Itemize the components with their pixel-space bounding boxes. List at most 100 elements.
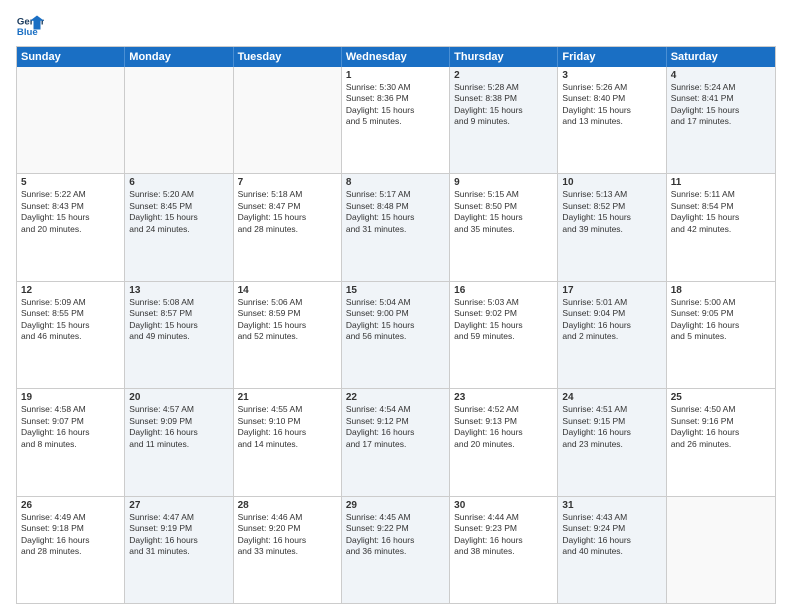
- day-cell: 17Sunrise: 5:01 AM Sunset: 9:04 PM Dayli…: [558, 282, 666, 388]
- day-cell: 12Sunrise: 5:09 AM Sunset: 8:55 PM Dayli…: [17, 282, 125, 388]
- day-cell: 8Sunrise: 5:17 AM Sunset: 8:48 PM Daylig…: [342, 174, 450, 280]
- day-number: 1: [346, 70, 445, 81]
- calendar-week: 12Sunrise: 5:09 AM Sunset: 8:55 PM Dayli…: [17, 281, 775, 388]
- day-number: 6: [129, 177, 228, 188]
- day-number: 17: [562, 285, 661, 296]
- day-info: Sunrise: 5:20 AM Sunset: 8:45 PM Dayligh…: [129, 189, 228, 235]
- calendar-header: SundayMondayTuesdayWednesdayThursdayFrid…: [17, 47, 775, 67]
- calendar-week: 5Sunrise: 5:22 AM Sunset: 8:43 PM Daylig…: [17, 173, 775, 280]
- day-number: 4: [671, 70, 771, 81]
- calendar-week: 26Sunrise: 4:49 AM Sunset: 9:18 PM Dayli…: [17, 496, 775, 603]
- day-cell: 13Sunrise: 5:08 AM Sunset: 8:57 PM Dayli…: [125, 282, 233, 388]
- calendar: SundayMondayTuesdayWednesdayThursdayFrid…: [16, 46, 776, 604]
- day-number: 29: [346, 500, 445, 511]
- day-cell: 29Sunrise: 4:45 AM Sunset: 9:22 PM Dayli…: [342, 497, 450, 603]
- empty-cell: [234, 67, 342, 173]
- day-cell: 22Sunrise: 4:54 AM Sunset: 9:12 PM Dayli…: [342, 389, 450, 495]
- day-info: Sunrise: 4:44 AM Sunset: 9:23 PM Dayligh…: [454, 512, 553, 558]
- page: General Blue SundayMondayTuesdayWednesda…: [0, 0, 792, 612]
- day-number: 20: [129, 392, 228, 403]
- day-info: Sunrise: 4:51 AM Sunset: 9:15 PM Dayligh…: [562, 404, 661, 450]
- day-cell: 30Sunrise: 4:44 AM Sunset: 9:23 PM Dayli…: [450, 497, 558, 603]
- weekday-header: Friday: [558, 47, 666, 67]
- calendar-week: 1Sunrise: 5:30 AM Sunset: 8:36 PM Daylig…: [17, 67, 775, 173]
- day-info: Sunrise: 5:18 AM Sunset: 8:47 PM Dayligh…: [238, 189, 337, 235]
- day-number: 9: [454, 177, 553, 188]
- day-info: Sunrise: 4:46 AM Sunset: 9:20 PM Dayligh…: [238, 512, 337, 558]
- empty-cell: [17, 67, 125, 173]
- day-number: 10: [562, 177, 661, 188]
- day-info: Sunrise: 5:28 AM Sunset: 8:38 PM Dayligh…: [454, 82, 553, 128]
- day-info: Sunrise: 5:11 AM Sunset: 8:54 PM Dayligh…: [671, 189, 771, 235]
- day-number: 11: [671, 177, 771, 188]
- weekday-header: Tuesday: [234, 47, 342, 67]
- day-info: Sunrise: 4:54 AM Sunset: 9:12 PM Dayligh…: [346, 404, 445, 450]
- day-cell: 1Sunrise: 5:30 AM Sunset: 8:36 PM Daylig…: [342, 67, 450, 173]
- weekday-header: Saturday: [667, 47, 775, 67]
- day-number: 15: [346, 285, 445, 296]
- day-info: Sunrise: 4:50 AM Sunset: 9:16 PM Dayligh…: [671, 404, 771, 450]
- day-number: 28: [238, 500, 337, 511]
- day-info: Sunrise: 5:30 AM Sunset: 8:36 PM Dayligh…: [346, 82, 445, 128]
- day-cell: 16Sunrise: 5:03 AM Sunset: 9:02 PM Dayli…: [450, 282, 558, 388]
- day-info: Sunrise: 4:49 AM Sunset: 9:18 PM Dayligh…: [21, 512, 120, 558]
- day-cell: 5Sunrise: 5:22 AM Sunset: 8:43 PM Daylig…: [17, 174, 125, 280]
- day-info: Sunrise: 4:43 AM Sunset: 9:24 PM Dayligh…: [562, 512, 661, 558]
- header: General Blue: [16, 12, 776, 40]
- day-number: 19: [21, 392, 120, 403]
- day-number: 18: [671, 285, 771, 296]
- day-number: 25: [671, 392, 771, 403]
- day-info: Sunrise: 5:06 AM Sunset: 8:59 PM Dayligh…: [238, 297, 337, 343]
- day-number: 22: [346, 392, 445, 403]
- day-cell: 4Sunrise: 5:24 AM Sunset: 8:41 PM Daylig…: [667, 67, 775, 173]
- day-info: Sunrise: 5:15 AM Sunset: 8:50 PM Dayligh…: [454, 189, 553, 235]
- day-info: Sunrise: 5:26 AM Sunset: 8:40 PM Dayligh…: [562, 82, 661, 128]
- day-cell: 14Sunrise: 5:06 AM Sunset: 8:59 PM Dayli…: [234, 282, 342, 388]
- day-cell: 25Sunrise: 4:50 AM Sunset: 9:16 PM Dayli…: [667, 389, 775, 495]
- day-cell: 31Sunrise: 4:43 AM Sunset: 9:24 PM Dayli…: [558, 497, 666, 603]
- weekday-header: Thursday: [450, 47, 558, 67]
- logo-icon: General Blue: [16, 12, 44, 40]
- day-cell: 26Sunrise: 4:49 AM Sunset: 9:18 PM Dayli…: [17, 497, 125, 603]
- day-number: 31: [562, 500, 661, 511]
- day-cell: 10Sunrise: 5:13 AM Sunset: 8:52 PM Dayli…: [558, 174, 666, 280]
- calendar-body: 1Sunrise: 5:30 AM Sunset: 8:36 PM Daylig…: [17, 67, 775, 603]
- day-info: Sunrise: 5:24 AM Sunset: 8:41 PM Dayligh…: [671, 82, 771, 128]
- day-number: 30: [454, 500, 553, 511]
- day-info: Sunrise: 4:52 AM Sunset: 9:13 PM Dayligh…: [454, 404, 553, 450]
- day-number: 24: [562, 392, 661, 403]
- weekday-header: Sunday: [17, 47, 125, 67]
- calendar-week: 19Sunrise: 4:58 AM Sunset: 9:07 PM Dayli…: [17, 388, 775, 495]
- day-cell: 20Sunrise: 4:57 AM Sunset: 9:09 PM Dayli…: [125, 389, 233, 495]
- day-cell: 3Sunrise: 5:26 AM Sunset: 8:40 PM Daylig…: [558, 67, 666, 173]
- day-cell: 24Sunrise: 4:51 AM Sunset: 9:15 PM Dayli…: [558, 389, 666, 495]
- day-info: Sunrise: 5:09 AM Sunset: 8:55 PM Dayligh…: [21, 297, 120, 343]
- day-cell: 6Sunrise: 5:20 AM Sunset: 8:45 PM Daylig…: [125, 174, 233, 280]
- day-cell: 9Sunrise: 5:15 AM Sunset: 8:50 PM Daylig…: [450, 174, 558, 280]
- weekday-header: Wednesday: [342, 47, 450, 67]
- day-info: Sunrise: 4:47 AM Sunset: 9:19 PM Dayligh…: [129, 512, 228, 558]
- day-number: 21: [238, 392, 337, 403]
- weekday-header: Monday: [125, 47, 233, 67]
- day-number: 8: [346, 177, 445, 188]
- day-info: Sunrise: 5:08 AM Sunset: 8:57 PM Dayligh…: [129, 297, 228, 343]
- day-cell: 15Sunrise: 5:04 AM Sunset: 9:00 PM Dayli…: [342, 282, 450, 388]
- empty-cell: [667, 497, 775, 603]
- day-number: 14: [238, 285, 337, 296]
- logo: General Blue: [16, 12, 44, 40]
- day-cell: 28Sunrise: 4:46 AM Sunset: 9:20 PM Dayli…: [234, 497, 342, 603]
- day-info: Sunrise: 5:01 AM Sunset: 9:04 PM Dayligh…: [562, 297, 661, 343]
- day-number: 2: [454, 70, 553, 81]
- day-info: Sunrise: 4:57 AM Sunset: 9:09 PM Dayligh…: [129, 404, 228, 450]
- day-cell: 21Sunrise: 4:55 AM Sunset: 9:10 PM Dayli…: [234, 389, 342, 495]
- day-info: Sunrise: 5:17 AM Sunset: 8:48 PM Dayligh…: [346, 189, 445, 235]
- empty-cell: [125, 67, 233, 173]
- day-cell: 11Sunrise: 5:11 AM Sunset: 8:54 PM Dayli…: [667, 174, 775, 280]
- day-info: Sunrise: 5:04 AM Sunset: 9:00 PM Dayligh…: [346, 297, 445, 343]
- day-number: 16: [454, 285, 553, 296]
- day-number: 12: [21, 285, 120, 296]
- day-info: Sunrise: 4:55 AM Sunset: 9:10 PM Dayligh…: [238, 404, 337, 450]
- day-number: 7: [238, 177, 337, 188]
- day-number: 23: [454, 392, 553, 403]
- day-cell: 23Sunrise: 4:52 AM Sunset: 9:13 PM Dayli…: [450, 389, 558, 495]
